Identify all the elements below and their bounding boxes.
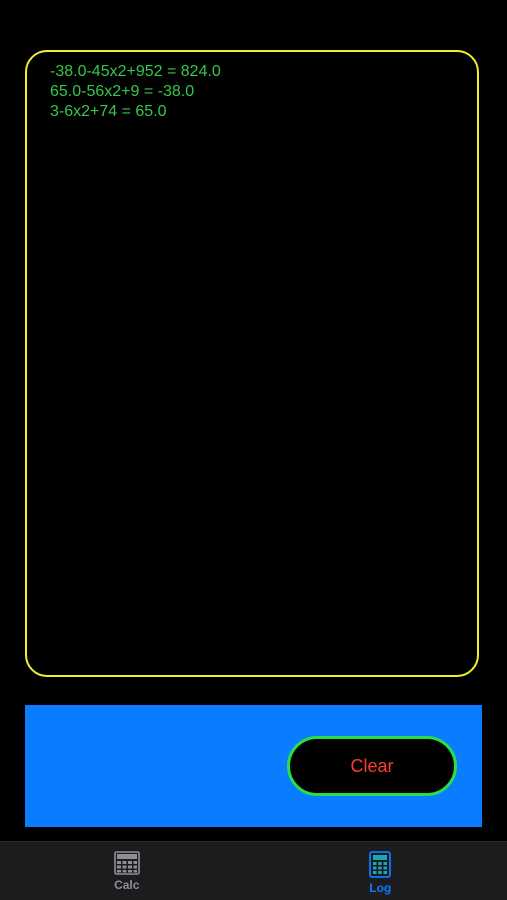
tab-log-label: Log	[369, 881, 392, 895]
tab-log[interactable]: Log	[254, 842, 507, 900]
tab-calc-label: Calc	[114, 878, 140, 892]
log-list: -38.0-45x2+952 = 824.0 65.0-56x2+9 = -38…	[50, 62, 221, 122]
log-panel[interactable]: -38.0-45x2+952 = 824.0 65.0-56x2+9 = -38…	[25, 50, 479, 677]
calculator-icon	[369, 851, 392, 878]
log-entry: -38.0-45x2+952 = 824.0	[50, 63, 221, 80]
clear-button[interactable]: Clear	[287, 736, 457, 796]
action-bar: Clear	[25, 705, 482, 827]
log-entry: 65.0-56x2+9 = -38.0	[50, 83, 195, 100]
tab-bar: Calc Log	[0, 841, 507, 900]
calculator-grid-icon	[113, 851, 140, 875]
log-entry: 3-6x2+74 = 65.0	[50, 103, 167, 120]
tab-calc[interactable]: Calc	[0, 842, 254, 900]
